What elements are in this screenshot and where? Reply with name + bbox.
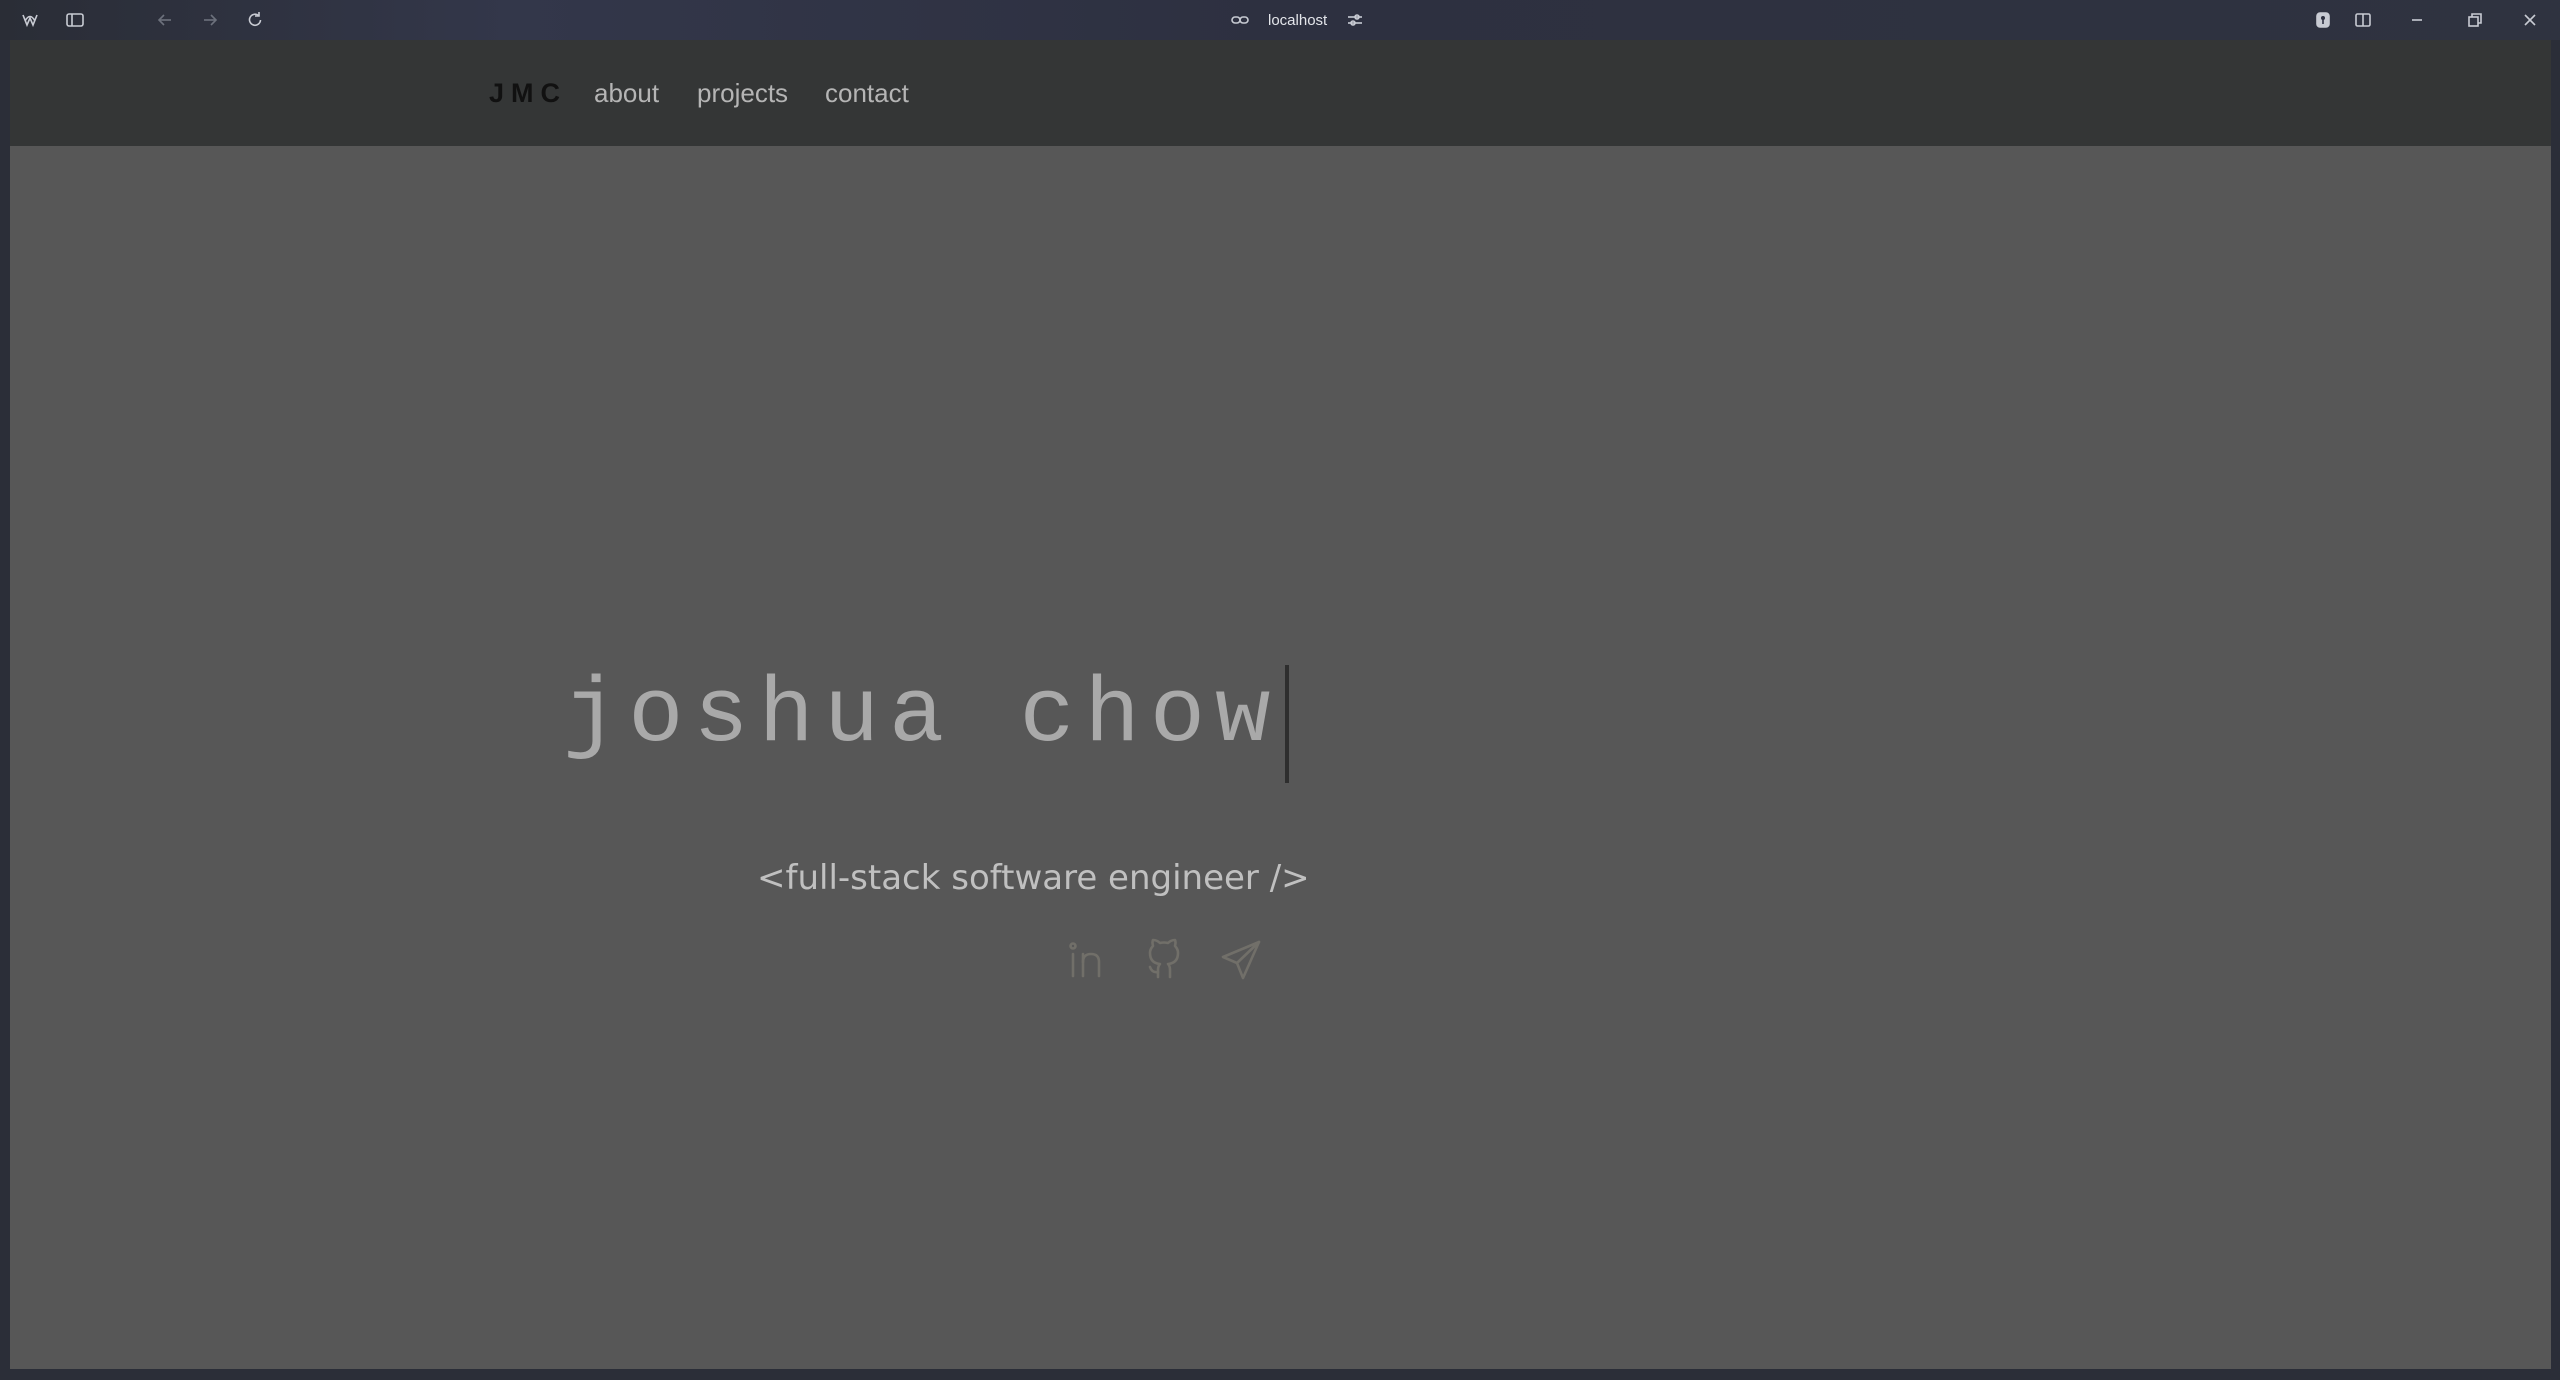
- window-bottom-edge: [0, 1369, 2560, 1380]
- url-text[interactable]: localhost: [1268, 12, 1327, 29]
- hero-subtitle: <full-stack software engineer />: [757, 858, 1310, 898]
- linkedin-icon[interactable]: [1061, 934, 1113, 986]
- github-icon[interactable]: [1138, 934, 1190, 986]
- send-icon[interactable]: [1215, 934, 1267, 986]
- nav-link-projects[interactable]: projects: [697, 78, 788, 109]
- typing-caret: [1285, 665, 1289, 783]
- sidebar-toggle-icon[interactable]: [63, 8, 87, 32]
- split-view-icon[interactable]: [2351, 8, 2375, 32]
- forward-icon[interactable]: [198, 8, 222, 32]
- site-logo[interactable]: JMC: [489, 78, 567, 109]
- page-viewport: JMC about projects contact joshua chow <…: [10, 40, 2551, 1369]
- link-icon: [1231, 16, 1249, 24]
- browser-logo-icon[interactable]: [18, 8, 42, 32]
- nav-link-about[interactable]: about: [594, 78, 659, 109]
- site-settings-icon[interactable]: [1345, 10, 1365, 30]
- address-bar[interactable]: localhost: [1230, 8, 1365, 32]
- nav-link-contact[interactable]: contact: [825, 78, 909, 109]
- back-icon[interactable]: [153, 8, 177, 32]
- hero-name: joshua chow: [563, 663, 1281, 768]
- password-manager-icon[interactable]: [2311, 8, 2335, 32]
- close-icon[interactable]: [2518, 8, 2542, 32]
- browser-toolbar: localhost: [0, 0, 2560, 40]
- reload-icon[interactable]: [243, 8, 267, 32]
- site-navbar: JMC about projects contact: [10, 40, 2551, 146]
- restore-icon[interactable]: [2462, 8, 2486, 32]
- minimize-icon[interactable]: [2405, 8, 2429, 32]
